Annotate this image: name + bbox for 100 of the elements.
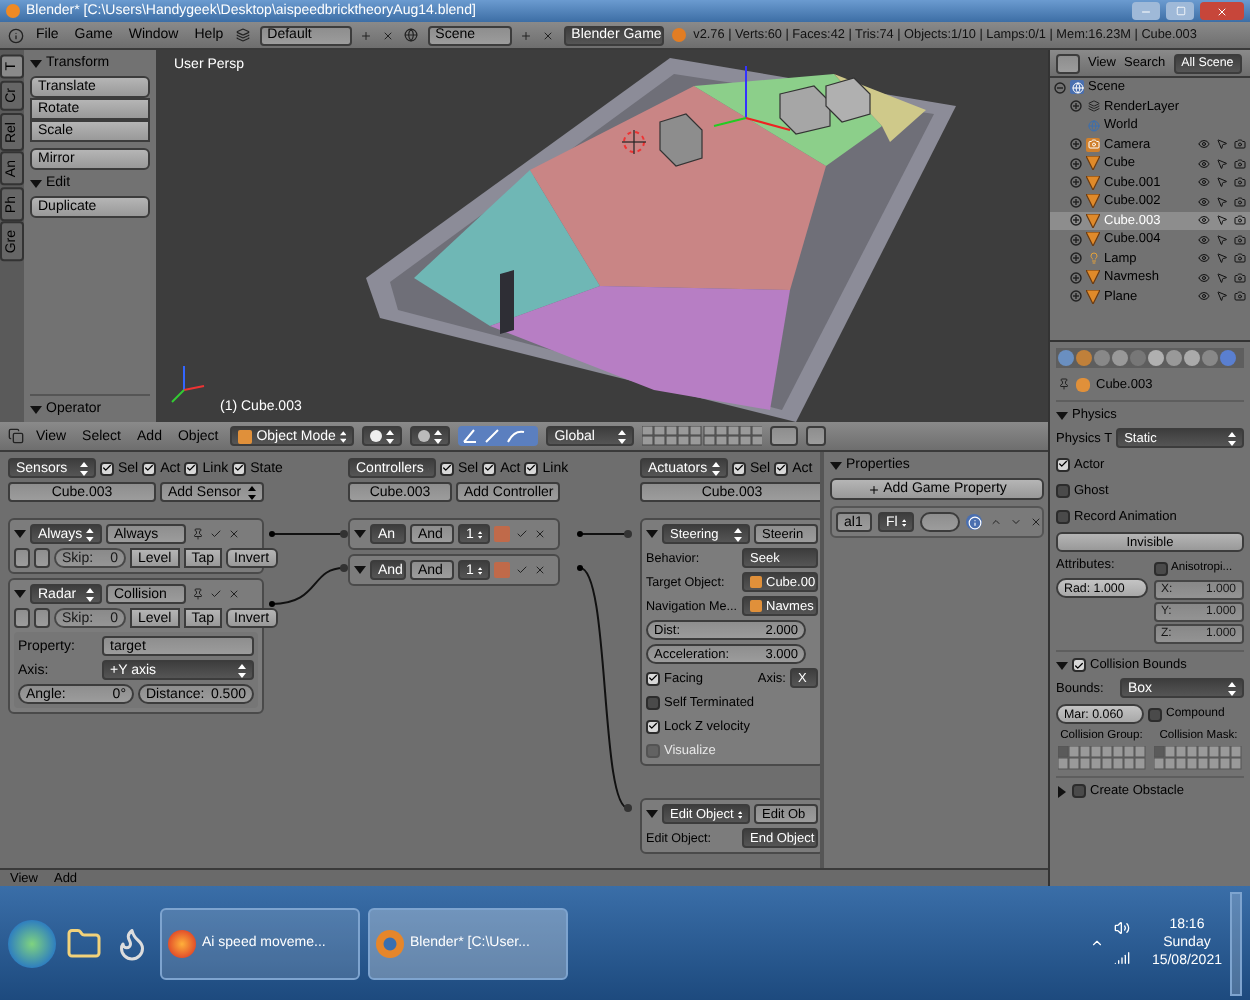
checkbox[interactable] xyxy=(732,461,746,475)
eye-icon[interactable] xyxy=(1196,137,1210,152)
layout-icon[interactable] xyxy=(235,27,252,43)
eye-icon[interactable] xyxy=(1196,251,1210,266)
close-icon[interactable] xyxy=(541,28,556,42)
checkbox[interactable] xyxy=(1056,483,1070,497)
expand-icon[interactable] xyxy=(1070,290,1082,303)
world-icon xyxy=(1086,118,1100,133)
checkbox[interactable] xyxy=(646,695,660,709)
expand-icon[interactable] xyxy=(1070,252,1082,265)
shading-dropdown[interactable] xyxy=(362,426,403,446)
cube-icon[interactable] xyxy=(6,427,24,445)
expand-icon[interactable] xyxy=(1070,195,1082,208)
close-icon[interactable] xyxy=(532,527,546,541)
checkbox[interactable] xyxy=(524,461,539,475)
browser-icon xyxy=(168,929,196,957)
up-down-arrows-icon xyxy=(80,461,88,475)
collision-layer-grid[interactable] xyxy=(1154,746,1243,770)
camera-icon[interactable] xyxy=(1232,213,1246,228)
close-icon[interactable] xyxy=(1028,515,1042,529)
transform-manipulator-icon[interactable] xyxy=(458,426,539,446)
eye-icon[interactable] xyxy=(1196,270,1210,285)
checkbox[interactable] xyxy=(1056,457,1070,471)
camera-icon[interactable] xyxy=(1232,137,1246,152)
expand-icon[interactable] xyxy=(1070,176,1082,189)
layer-grid[interactable] xyxy=(642,426,763,446)
checkbox[interactable] xyxy=(482,461,497,475)
expanded-triangle-icon[interactable] xyxy=(1056,409,1068,421)
expanded-triangle-icon[interactable] xyxy=(30,403,42,415)
expanded-triangle-icon[interactable] xyxy=(1056,659,1068,671)
close-icon[interactable] xyxy=(532,563,546,577)
checkbox[interactable] xyxy=(646,719,660,733)
expanded-triangle-icon[interactable] xyxy=(30,177,42,189)
checkbox[interactable] xyxy=(1072,784,1086,798)
close-icon[interactable] xyxy=(226,527,240,541)
scene-icon[interactable] xyxy=(403,27,420,43)
checkbox[interactable] xyxy=(232,461,247,475)
expand-icon[interactable] xyxy=(1070,100,1082,113)
camera-icon[interactable] xyxy=(1232,270,1246,285)
signal-icon[interactable] xyxy=(1113,949,1132,967)
pin-icon xyxy=(190,527,204,541)
volume-icon[interactable] xyxy=(1113,919,1132,937)
expanded-triangle-icon[interactable] xyxy=(14,588,26,600)
checkbox[interactable] xyxy=(1056,509,1070,523)
move-down-icon[interactable] xyxy=(1008,515,1022,529)
checkbox[interactable] xyxy=(184,461,199,475)
maximize-icon[interactable] xyxy=(1166,2,1194,20)
up-down-arrows-icon xyxy=(1228,431,1236,445)
collision-layer-grid[interactable] xyxy=(1057,746,1146,770)
eye-icon[interactable] xyxy=(1196,289,1210,304)
expanded-triangle-icon[interactable] xyxy=(354,564,366,576)
checkbox[interactable] xyxy=(142,461,157,475)
show-desktop-button[interactable] xyxy=(1230,891,1242,995)
close-icon[interactable] xyxy=(226,587,240,601)
camera-icon[interactable] xyxy=(1232,194,1246,209)
close-icon[interactable] xyxy=(381,28,396,42)
expanded-triangle-icon[interactable] xyxy=(354,528,366,540)
expand-icon[interactable] xyxy=(1070,271,1082,284)
collapsed-triangle-icon[interactable] xyxy=(1056,785,1068,797)
property-value-field[interactable] xyxy=(920,512,960,532)
start-button-icon[interactable] xyxy=(8,919,56,967)
checkbox[interactable] xyxy=(646,671,660,685)
up-down-arrows-icon xyxy=(618,429,627,443)
eye-icon[interactable] xyxy=(1196,175,1210,190)
pin-icon xyxy=(1056,377,1070,391)
minimize-icon[interactable] xyxy=(1132,2,1160,20)
camera-icon[interactable] xyxy=(1232,251,1246,266)
expand-icon[interactable] xyxy=(1070,157,1082,170)
expanded-triangle-icon[interactable] xyxy=(646,808,658,820)
expand-icon[interactable] xyxy=(1070,233,1082,246)
up-down-arrows-icon xyxy=(734,527,742,541)
checkbox[interactable] xyxy=(1072,658,1086,672)
tray-expand-icon[interactable] xyxy=(1089,935,1106,951)
info-icon[interactable] xyxy=(6,26,24,44)
eye-icon[interactable] xyxy=(1196,213,1210,228)
checkbox[interactable] xyxy=(100,461,114,475)
eye-icon[interactable] xyxy=(1196,194,1210,209)
camera-icon[interactable] xyxy=(1232,175,1246,190)
camera-icon[interactable] xyxy=(1232,156,1246,171)
expanded-triangle-icon[interactable] xyxy=(30,57,42,69)
camera-icon[interactable] xyxy=(1232,232,1246,247)
eye-icon[interactable] xyxy=(1196,232,1210,247)
expanded-triangle-icon[interactable] xyxy=(14,528,26,540)
checkbox[interactable] xyxy=(1153,561,1167,575)
display-mode-icon[interactable] xyxy=(1056,53,1080,73)
camera-icon[interactable] xyxy=(1232,289,1246,304)
expanded-triangle-icon[interactable] xyxy=(830,459,842,471)
move-up-icon[interactable] xyxy=(988,515,1002,529)
checkbox[interactable] xyxy=(440,461,454,475)
folder-icon[interactable] xyxy=(64,923,104,963)
pivot-dropdown[interactable] xyxy=(410,426,451,446)
add-icon[interactable] xyxy=(359,28,374,42)
expanded-triangle-icon[interactable] xyxy=(646,528,658,540)
checkbox[interactable] xyxy=(774,461,789,475)
checkbox[interactable] xyxy=(1148,707,1162,721)
expand-icon[interactable] xyxy=(1070,138,1082,151)
add-icon[interactable] xyxy=(519,28,534,42)
collapse-icon[interactable] xyxy=(1054,81,1066,94)
expand-icon[interactable] xyxy=(1070,214,1082,227)
eye-icon[interactable] xyxy=(1196,156,1210,171)
